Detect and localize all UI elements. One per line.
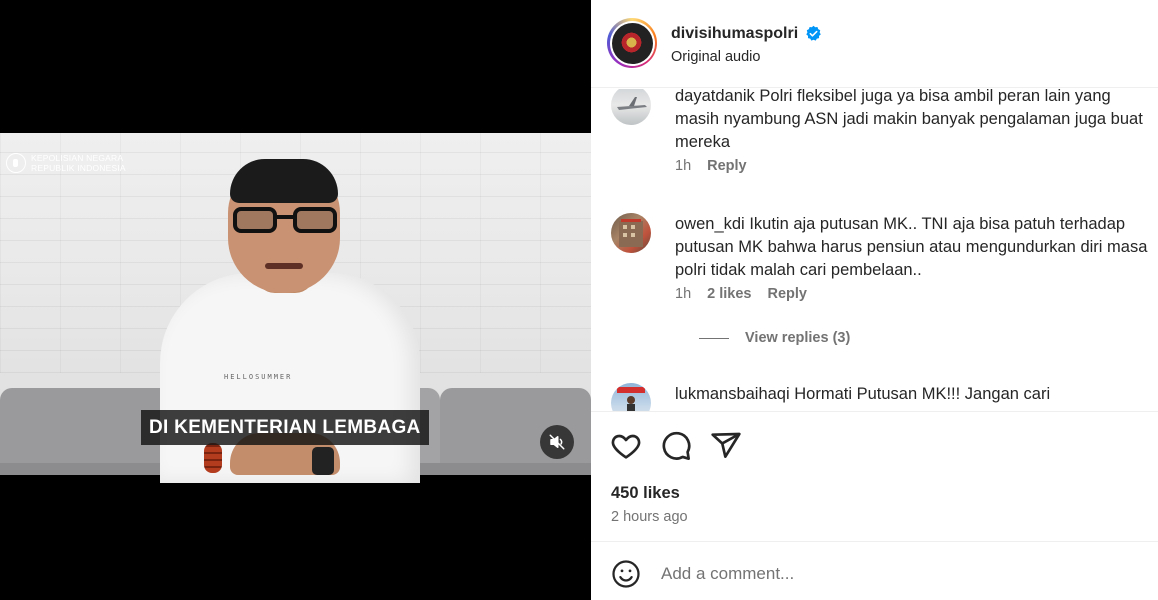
view-replies-label: View replies (3) xyxy=(745,330,851,346)
airplane-photo-icon xyxy=(617,97,647,110)
account-avatar[interactable] xyxy=(607,18,657,68)
bracelet xyxy=(204,443,222,473)
wristwatch xyxy=(312,447,334,475)
comment-likes[interactable]: 2 likes xyxy=(707,286,751,302)
verified-badge-icon xyxy=(806,25,821,41)
commenter-avatar[interactable] xyxy=(611,213,651,253)
comment-input[interactable] xyxy=(661,557,1131,591)
heart-icon[interactable] xyxy=(610,430,642,462)
emoji-icon[interactable] xyxy=(611,559,641,589)
comment-username[interactable]: lukmansbaihaqi xyxy=(675,385,790,403)
speaker-muted-icon xyxy=(549,434,565,450)
person-photo-icon xyxy=(617,387,645,411)
post-actions: 450 likes 2 hours ago xyxy=(591,411,1158,542)
glasses xyxy=(233,207,337,235)
account-username[interactable]: divisihumaspolri xyxy=(671,25,798,43)
mute-toggle-button[interactable] xyxy=(540,425,574,459)
comment-meta: 1h 2 likes Reply xyxy=(675,286,807,302)
video-subtitle: DI KEMENTERIAN LEMBAGA xyxy=(141,410,429,445)
view-replies-button[interactable]: View replies (3) xyxy=(699,330,850,346)
channel-watermark: KEPOLISIAN NEGARA REPUBLIK INDONESIA xyxy=(6,153,126,173)
video-player[interactable]: HELLOSUMMER KEPOLISIAN NEGARA REPUBLIK I… xyxy=(0,0,591,600)
comment-time: 1h xyxy=(675,158,692,174)
comment-text: Ikutin aja putusan MK.. TNI aja bisa pat… xyxy=(675,215,1148,279)
commenter-avatar[interactable] xyxy=(611,383,651,411)
comment-meta: 1h Reply xyxy=(675,158,747,174)
watermark-line-1: KEPOLISIAN NEGARA xyxy=(31,153,124,163)
divider-line xyxy=(699,337,729,339)
post-panel: divisihumaspolri Original audio dayatdan… xyxy=(591,0,1158,600)
mouth xyxy=(265,263,303,269)
share-icon[interactable] xyxy=(710,430,742,462)
polri-logo-icon xyxy=(611,22,653,64)
comments-list[interactable]: dayatdanik Polri fleksibel juga ya bisa … xyxy=(591,89,1158,411)
reply-button[interactable]: Reply xyxy=(707,158,747,174)
add-comment-bar xyxy=(591,543,1158,600)
watermark-line-2: REPUBLIK INDONESIA xyxy=(31,163,126,173)
police-emblem-icon xyxy=(6,153,26,173)
comment-username[interactable]: owen_kdi xyxy=(675,215,745,233)
shirt-print: HELLOSUMMER xyxy=(224,373,293,381)
reply-button[interactable]: Reply xyxy=(767,286,807,302)
commenter-avatar[interactable] xyxy=(611,89,651,125)
comment-text: Hormati Putusan MK!!! Jangan cari xyxy=(794,385,1051,403)
hair xyxy=(230,159,338,203)
original-audio-link[interactable]: Original audio xyxy=(671,49,760,65)
comment-icon[interactable] xyxy=(660,430,692,462)
building-photo-icon xyxy=(619,219,643,247)
comment-username[interactable]: dayatdanik xyxy=(675,89,755,105)
comment-time: 1h xyxy=(675,286,692,302)
post-header: divisihumaspolri Original audio xyxy=(591,0,1158,88)
likes-count[interactable]: 450 likes xyxy=(611,484,680,503)
post-time: 2 hours ago xyxy=(611,509,688,525)
